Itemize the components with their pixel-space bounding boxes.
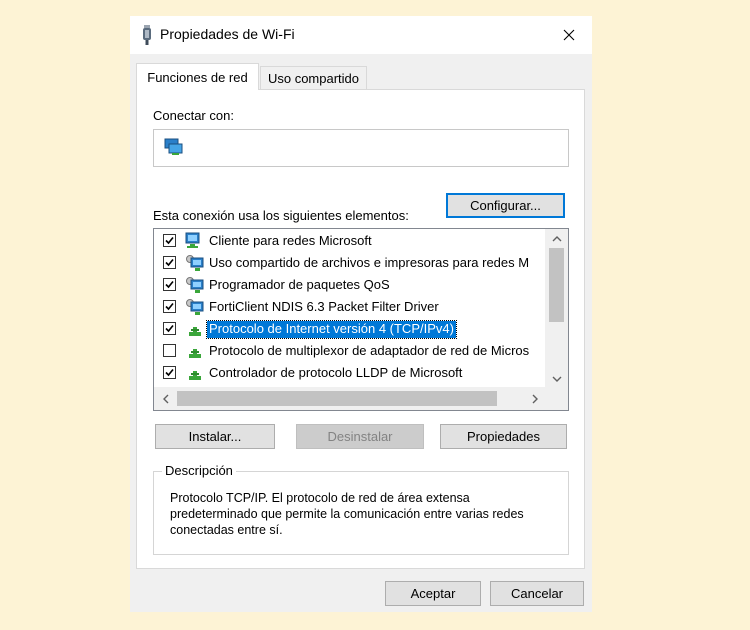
cancel-button[interactable]: Cancelar	[490, 581, 584, 606]
item-checkbox[interactable]	[163, 256, 176, 269]
wifi-adapter-icon	[143, 25, 151, 45]
network-service-icon	[186, 299, 204, 315]
network-client-icon	[185, 232, 200, 248]
items-label: Esta conexión usa los siguientes element…	[153, 208, 409, 223]
close-icon	[563, 29, 575, 41]
checkmark-icon	[165, 324, 174, 333]
vertical-scrollbar[interactable]	[545, 229, 568, 388]
properties-button[interactable]: Propiedades	[440, 424, 567, 449]
install-button[interactable]: Instalar...	[155, 424, 275, 449]
list-item[interactable]: Controlador de protocolo LLDP de Microso…	[154, 362, 546, 384]
description-group: Descripción Protocolo TCP/IP. El protoco…	[153, 463, 569, 555]
item-label: FortiClient NDIS 6.3 Packet Filter Drive…	[209, 299, 439, 314]
item-checkbox[interactable]	[163, 234, 176, 247]
chevron-up-icon	[552, 235, 561, 241]
horizontal-scrollbar[interactable]	[154, 387, 546, 410]
item-label: Uso compartido de archivos e impresoras …	[209, 255, 530, 270]
list-item[interactable]: Cliente para redes Microsoft	[154, 230, 546, 252]
item-checkbox[interactable]	[163, 366, 176, 379]
network-adapter-icon	[164, 138, 183, 155]
components-list[interactable]: Cliente para redes Microsoft Uso compart…	[153, 228, 569, 411]
vertical-scroll-thumb[interactable]	[549, 248, 564, 322]
list-item[interactable]: Protocolo de multiplexor de adaptador de…	[154, 340, 546, 362]
title-bar[interactable]: Propiedades de Wi-Fi	[130, 16, 592, 54]
properties-dialog: Propiedades de Wi-Fi Funciones de red Us…	[130, 16, 592, 612]
list-item[interactable]: Uso compartido de archivos e impresoras …	[154, 252, 546, 274]
item-label: Protocolo de multiplexor de adaptador de…	[209, 343, 530, 358]
checkmark-icon	[165, 302, 174, 311]
network-protocol-icon	[189, 349, 201, 358]
list-item[interactable]: Programador de paquetes QoS	[154, 274, 546, 296]
network-service-icon	[186, 277, 204, 293]
list-item[interactable]: FortiClient NDIS 6.3 Packet Filter Drive…	[154, 296, 546, 318]
item-checkbox[interactable]	[163, 300, 176, 313]
close-button[interactable]	[546, 16, 592, 54]
checkmark-icon	[165, 236, 174, 245]
checkmark-icon	[165, 258, 174, 267]
tab-panel: Conectar con: Configurar... Esta conexió…	[136, 89, 585, 569]
uninstall-button[interactable]: Desinstalar	[296, 424, 424, 449]
checkmark-icon	[165, 280, 174, 289]
item-checkbox[interactable]	[163, 344, 176, 357]
adapter-box	[153, 129, 569, 167]
tab-uso-compartido[interactable]: Uso compartido	[260, 66, 367, 90]
chevron-down-icon	[552, 376, 561, 382]
scroll-right-button[interactable]	[523, 387, 546, 410]
network-protocol-icon	[189, 327, 201, 336]
chevron-right-icon	[532, 394, 538, 403]
horizontal-scroll-thumb[interactable]	[177, 391, 497, 406]
item-label: Programador de paquetes QoS	[209, 277, 390, 292]
scrollbar-corner	[545, 387, 568, 410]
description-text: Protocolo TCP/IP. El protocolo de red de…	[170, 491, 524, 537]
item-checkbox[interactable]	[163, 322, 176, 335]
chevron-left-icon	[162, 394, 168, 403]
scroll-down-button[interactable]	[545, 369, 568, 388]
item-checkbox[interactable]	[163, 278, 176, 291]
ok-button[interactable]: Aceptar	[385, 581, 481, 606]
network-service-icon	[186, 255, 204, 271]
scroll-up-button[interactable]	[545, 229, 568, 248]
description-legend: Descripción	[162, 463, 236, 478]
item-label: Protocolo de Internet versión 4 (TCP/IPv…	[206, 320, 457, 339]
checkmark-icon	[165, 368, 174, 377]
item-label: Cliente para redes Microsoft	[209, 233, 372, 248]
scroll-left-button[interactable]	[154, 387, 177, 410]
components-list-items: Cliente para redes Microsoft Uso compart…	[154, 229, 546, 388]
configure-button[interactable]: Configurar...	[446, 193, 565, 218]
connect-label: Conectar con:	[153, 108, 234, 123]
window-title: Propiedades de Wi-Fi	[160, 26, 295, 42]
list-item-selected[interactable]: Protocolo de Internet versión 4 (TCP/IPv…	[154, 318, 546, 340]
item-label: Controlador de protocolo LLDP de Microso…	[209, 365, 463, 380]
tab-funciones-de-red[interactable]: Funciones de red	[136, 63, 259, 90]
network-protocol-icon	[189, 371, 201, 380]
